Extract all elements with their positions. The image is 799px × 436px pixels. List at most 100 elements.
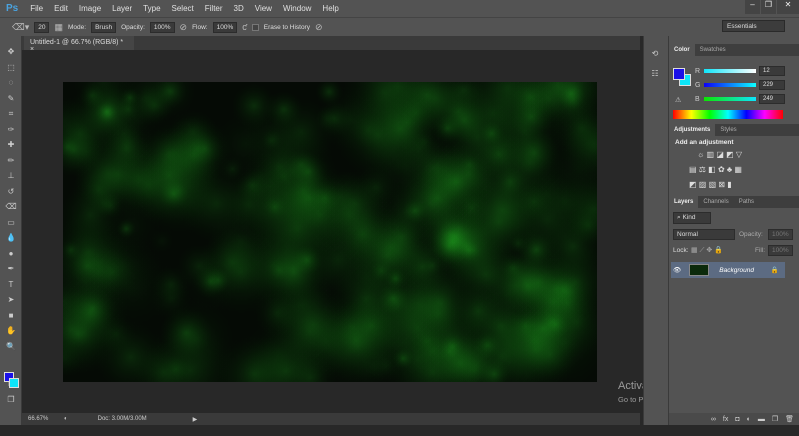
menu-bar: Ps File Edit Image Layer Type Select Fil… — [0, 0, 799, 17]
layers-panel: Layers Channels Paths ⌕ Kind Normal Opacit… — [669, 196, 799, 436]
b-slider[interactable] — [704, 97, 756, 101]
color-spectrum[interactable] — [673, 110, 783, 119]
stamp-tool-icon[interactable]: ⊥ — [0, 168, 22, 184]
blend-mode-select[interactable]: Normal — [673, 229, 735, 240]
fx-icon[interactable]: fx — [723, 416, 728, 423]
tab-channels[interactable]: Channels — [698, 196, 733, 208]
shape-tool-icon[interactable]: ■ — [0, 308, 22, 324]
options-bar: ⌫▾ 20 ▦ Mode: Brush Opacity: 100% ⊘ Flow… — [0, 17, 799, 36]
eyedropper-tool-icon[interactable]: ✑ — [0, 122, 22, 138]
filter-kind: Kind — [682, 214, 696, 221]
tab-swatches[interactable]: Swatches — [695, 44, 731, 56]
color-panel: Color Swatches R 12 G 229 ⚠ B 249 — [669, 44, 799, 120]
group-icon[interactable]: ▬ — [758, 416, 765, 423]
properties-panel-icon[interactable]: ☷ — [644, 66, 666, 82]
brush-size-picker[interactable]: 20 — [34, 21, 50, 33]
right-panels: Color Swatches R 12 G 229 ⚠ B 249 Adjustm… — [668, 36, 799, 425]
layer-row-background[interactable]: 👁 Background 🔒 — [671, 262, 785, 278]
zoom-level[interactable]: 66.67% — [28, 416, 54, 422]
link-icon[interactable]: ∞ — [711, 416, 716, 423]
tab-styles[interactable]: Styles — [715, 124, 741, 136]
opacity-label: Opacity: — [739, 231, 763, 238]
menu-3d[interactable]: 3D — [234, 4, 244, 13]
adjustment-layer-icon[interactable]: ◐ — [747, 416, 751, 423]
path-select-tool-icon[interactable]: ➤ — [0, 292, 22, 308]
r-slider[interactable] — [704, 69, 756, 73]
background-color-swatch[interactable] — [9, 378, 19, 388]
brush-panel-icon[interactable]: ▦ — [54, 22, 63, 33]
screen-mode-icon[interactable]: ❐ — [0, 392, 22, 408]
close-button[interactable]: ✕ — [777, 0, 799, 14]
layer-lock-icon: 🔒 — [770, 267, 779, 274]
erase-history-checkbox[interactable] — [251, 23, 259, 31]
mask-icon[interactable]: ◘ — [735, 416, 739, 423]
marquee-tool-icon[interactable]: ⬚ — [0, 60, 22, 76]
tab-paths[interactable]: Paths — [734, 196, 759, 208]
toolbar: ✥ ⬚ ◌ ✎ ⌗ ✑ ✚ ✏ ⊥ ↺ ⌫ ▭ 💧 ● ✒ T ➤ ■ ✋ 🔍 … — [0, 36, 22, 425]
adjustment-icons-row3[interactable]: ◩ ▨ ▧ ⊠ ▮ — [689, 180, 732, 189]
hand-tool-icon[interactable]: ✋ — [0, 323, 22, 339]
opacity-input[interactable]: 100% — [149, 21, 175, 33]
eraser-preset-icon[interactable]: ⌫▾ — [12, 22, 29, 33]
mode-select[interactable]: Brush — [91, 21, 117, 33]
fill-input[interactable]: 100% — [768, 245, 793, 256]
zoom-tool-icon[interactable]: 🔍 — [0, 339, 22, 355]
visibility-eye-icon[interactable]: 👁 — [673, 266, 681, 274]
menu-select[interactable]: Select — [172, 4, 194, 13]
quick-select-tool-icon[interactable]: ✎ — [0, 91, 22, 107]
status-menu-arrow[interactable]: ▶ — [193, 416, 198, 423]
g-input[interactable]: 229 — [759, 80, 785, 90]
document-tab-label: Untitled-1 @ 66.7% (RGB/8) * — [30, 39, 124, 46]
g-slider[interactable] — [704, 83, 756, 87]
tab-color[interactable]: Color — [669, 44, 695, 56]
blur-tool-icon[interactable]: 💧 — [0, 230, 22, 246]
color-fg[interactable] — [673, 68, 685, 80]
panel-icon-column: ⟲ ☷ — [643, 36, 668, 425]
workspace-select[interactable]: Essentials — [722, 20, 785, 32]
menu-layer[interactable]: Layer — [112, 4, 132, 13]
adjustment-icons-row1[interactable]: ☼ ▥ ◪ ◩ ▽ — [697, 150, 742, 159]
history-panel-icon[interactable]: ⟲ — [644, 46, 666, 62]
document-canvas-area[interactable] — [22, 50, 640, 413]
restore-button[interactable]: ❐ — [761, 0, 776, 14]
g-label: G — [695, 82, 701, 89]
pen-tool-icon[interactable]: ✒ — [0, 261, 22, 277]
crop-tool-icon[interactable]: ⌗ — [0, 106, 22, 122]
pressure-size-icon[interactable]: ⊘ — [315, 22, 323, 33]
history-brush-icon[interactable]: ↺ — [0, 184, 22, 200]
menu-image[interactable]: Image — [79, 4, 101, 13]
new-layer-icon[interactable]: ❐ — [772, 415, 778, 423]
pressure-opacity-icon[interactable]: ⊘ — [180, 22, 188, 33]
flow-input[interactable]: 100% — [212, 21, 238, 33]
healing-tool-icon[interactable]: ✚ — [0, 137, 22, 153]
layer-name: Background — [719, 266, 754, 274]
tab-adjustments[interactable]: Adjustments — [669, 124, 716, 136]
type-tool-icon[interactable]: T — [0, 277, 22, 293]
r-input[interactable]: 12 — [759, 66, 785, 76]
layer-filter-select[interactable]: ⌕ Kind — [673, 212, 711, 224]
minimize-button[interactable]: – — [745, 0, 760, 14]
tab-layers[interactable]: Layers — [669, 196, 699, 208]
lasso-tool-icon[interactable]: ◌ — [0, 75, 22, 91]
eraser-tool-icon[interactable]: ⌫ — [0, 199, 22, 215]
menu-filter[interactable]: Filter — [205, 4, 223, 13]
layer-opacity-input[interactable]: 100% — [768, 229, 793, 240]
document-tab[interactable]: Untitled-1 @ 66.7% (RGB/8) * × — [24, 36, 134, 53]
dodge-tool-icon[interactable]: ● — [0, 246, 22, 262]
green-clouds-image[interactable] — [63, 82, 597, 382]
menu-view[interactable]: View — [255, 4, 272, 13]
menu-help[interactable]: Help — [322, 4, 338, 13]
menu-window[interactable]: Window — [283, 4, 311, 13]
trash-icon[interactable]: 🗑 — [785, 415, 794, 423]
menu-edit[interactable]: Edit — [54, 4, 68, 13]
lock-icons[interactable]: ▦ ⟋ ✥ 🔒 — [691, 246, 723, 255]
b-input[interactable]: 249 — [759, 94, 785, 104]
menu-file[interactable]: File — [30, 4, 43, 13]
menu-type[interactable]: Type — [143, 4, 160, 13]
move-tool-icon[interactable]: ✥ — [0, 44, 22, 60]
airbrush-icon[interactable]: ƈ — [242, 22, 247, 32]
brush-tool-icon[interactable]: ✏ — [0, 153, 22, 169]
gamut-warning-icon[interactable]: ⚠ — [675, 96, 681, 104]
gradient-tool-icon[interactable]: ▭ — [0, 215, 22, 231]
adjustment-icons-row2[interactable]: ▤ ⚖ ◧ ✿ ♣ ▦ — [689, 165, 742, 174]
